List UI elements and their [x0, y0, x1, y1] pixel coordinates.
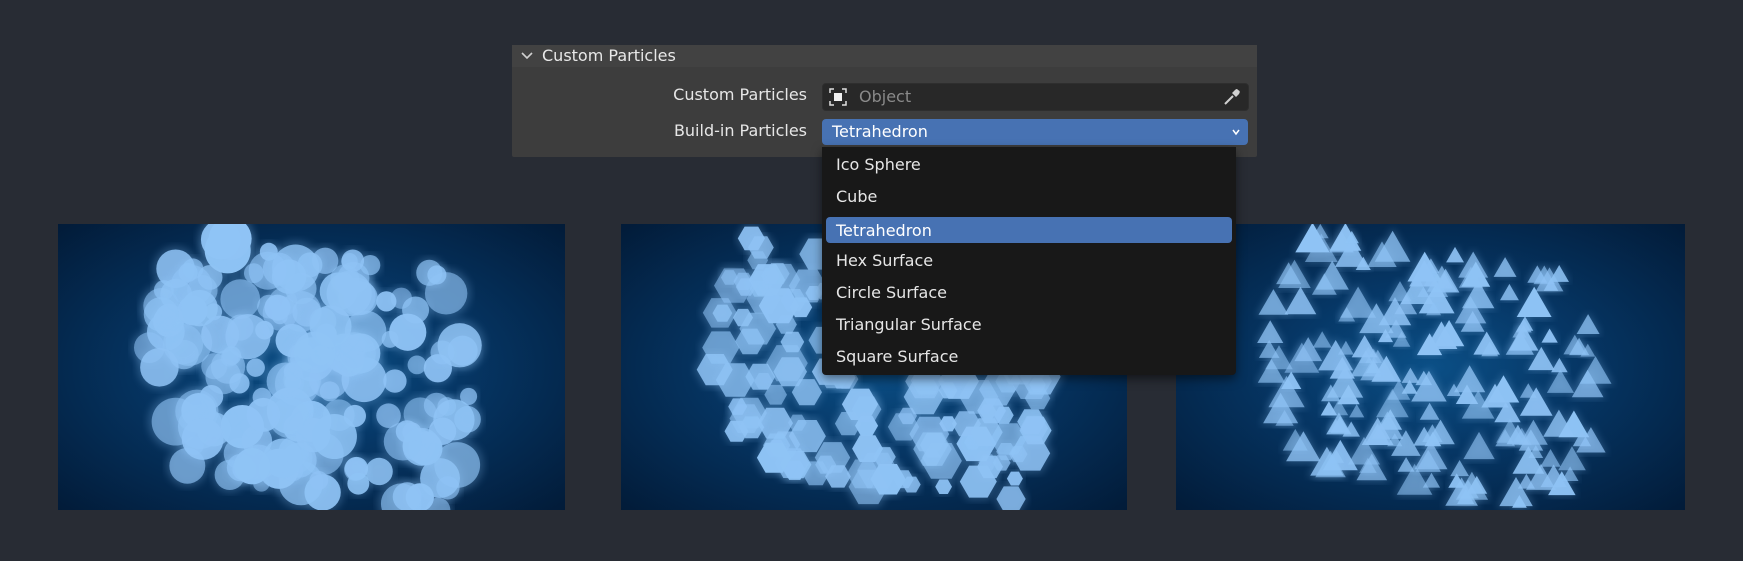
particle: [1500, 283, 1519, 301]
particle: [383, 369, 407, 393]
particle: [1349, 404, 1365, 418]
particle-cloud: [131, 224, 486, 510]
particle: [1258, 289, 1289, 315]
panel-title: Custom Particles: [542, 46, 676, 65]
particle: [281, 459, 304, 482]
particle: [1351, 335, 1378, 358]
particle: [341, 249, 365, 272]
particle: [143, 297, 179, 332]
chevron-down-icon[interactable]: [520, 49, 534, 63]
particle: [1576, 314, 1600, 334]
particle-type-menu: Ico Sphere Cube Tetrahedron Hex Surface …: [822, 147, 1236, 375]
menu-item-circle-surface[interactable]: Circle Surface: [826, 279, 1232, 305]
menu-item-label: Square Surface: [836, 347, 959, 366]
tetrahedron-particles: [1255, 224, 1614, 509]
particle: [311, 414, 357, 460]
particle: [1579, 356, 1612, 384]
particle: [1446, 246, 1464, 263]
particle: [246, 358, 265, 377]
object-placeholder: Object: [859, 87, 912, 106]
particle: [1401, 367, 1420, 383]
particle: [140, 348, 179, 387]
object-icon: [829, 88, 847, 106]
menu-item-label: Triangular Surface: [836, 315, 982, 334]
particle: [181, 289, 218, 327]
object-field[interactable]: Object: [822, 83, 1249, 111]
custom-particles-panel: Custom Particles Custom Particles Object…: [512, 45, 1257, 157]
particle: [347, 472, 370, 495]
particle: [1419, 402, 1440, 420]
particle: [1411, 370, 1447, 402]
particle: [233, 448, 271, 485]
particle: [271, 259, 307, 294]
particle: [181, 417, 224, 460]
particle: [454, 405, 481, 433]
particle-cloud: [1255, 224, 1614, 509]
particle: [437, 323, 482, 368]
particle: [246, 397, 281, 432]
particle: [1493, 257, 1517, 277]
particle: [1257, 320, 1284, 343]
render-tetrahedron: [1176, 224, 1685, 510]
particle: [383, 422, 422, 461]
custom-particles-label: Custom Particles: [673, 85, 807, 104]
buildin-particles-label: Build-in Particles: [673, 121, 807, 140]
particle: [309, 470, 329, 490]
menu-item-label: Hex Surface: [836, 251, 934, 270]
menu-item-hex-surface[interactable]: Hex Surface: [826, 247, 1232, 273]
particle: [220, 348, 239, 367]
particle: [1397, 457, 1415, 472]
buildin-particles-select[interactable]: Tetrahedron: [822, 119, 1248, 145]
particle: [1450, 460, 1469, 477]
chevron-down-icon: [1232, 129, 1240, 136]
menu-item-label: Tetrahedron: [836, 221, 932, 240]
particle: [262, 295, 298, 331]
ico-sphere-particles: [131, 224, 486, 510]
eyedropper-icon[interactable]: [1222, 87, 1242, 107]
menu-item-tetrahedron[interactable]: Tetrahedron: [826, 217, 1232, 243]
menu-item-label: Ico Sphere: [836, 155, 921, 174]
particle: [326, 271, 372, 317]
particle: [424, 272, 468, 315]
particle: [1541, 328, 1558, 343]
particle: [376, 291, 397, 312]
particle: [423, 392, 450, 419]
render-ico-sphere: [58, 224, 565, 510]
particle: [293, 331, 336, 374]
menu-item-label: Cube: [836, 187, 878, 206]
particle: [389, 313, 427, 351]
particle: [1284, 286, 1317, 315]
menu-item-cube[interactable]: Cube: [826, 183, 1232, 209]
menu-item-triangular-surface[interactable]: Triangular Surface: [826, 311, 1232, 337]
particle: [243, 263, 264, 284]
selected-value: Tetrahedron: [832, 122, 928, 141]
particle: [1312, 331, 1332, 348]
panel-header[interactable]: Custom Particles: [512, 45, 1257, 67]
particle: [392, 482, 422, 510]
menu-item-ico-sphere[interactable]: Ico Sphere: [826, 151, 1232, 177]
particle: [1329, 224, 1362, 251]
menu-item-square-surface[interactable]: Square Surface: [826, 343, 1232, 369]
menu-item-label: Circle Surface: [836, 283, 947, 302]
particle: [1463, 431, 1495, 460]
particle: [1458, 251, 1489, 278]
